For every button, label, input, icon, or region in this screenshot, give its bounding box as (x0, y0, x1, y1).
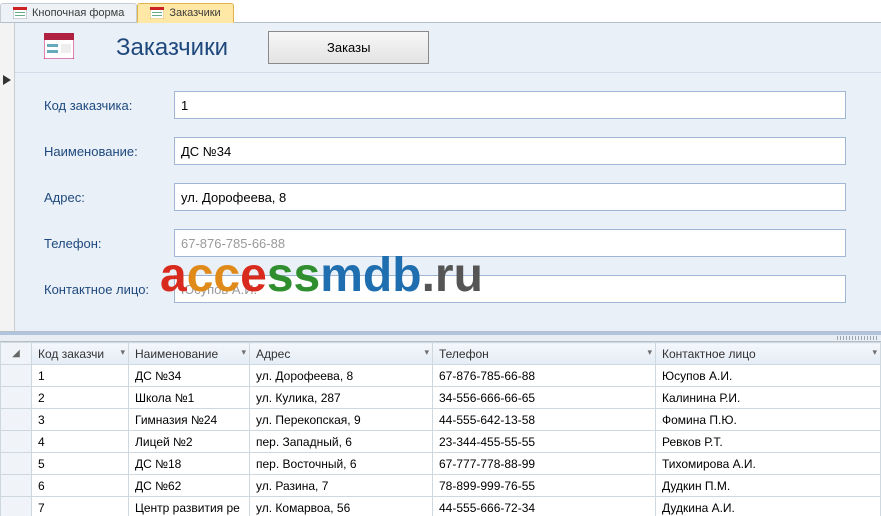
col-header-name[interactable]: Наименование▾ (129, 343, 250, 365)
cell-address[interactable]: ул. Разина, 7 (250, 475, 433, 497)
cell-code[interactable]: 7 (32, 497, 129, 516)
row-selector[interactable] (1, 475, 32, 497)
cell-name[interactable]: ДС №62 (129, 475, 250, 497)
cell-contact[interactable]: Тихомирова А.И. (656, 453, 881, 475)
cell-contact[interactable]: Фомина П.Ю. (656, 409, 881, 431)
row-selector[interactable] (1, 497, 32, 516)
input-phone[interactable] (174, 229, 846, 257)
label-address: Адрес: (44, 190, 174, 205)
row-selector[interactable] (1, 387, 32, 409)
cell-name[interactable]: ДС №18 (129, 453, 250, 475)
table-header-row: ◢ Код заказчи▾ Наименование▾ Адрес▾ Теле… (1, 343, 881, 365)
cell-address[interactable]: ул. Кулика, 287 (250, 387, 433, 409)
cell-name[interactable]: Школа №1 (129, 387, 250, 409)
data-table: ◢ Код заказчи▾ Наименование▾ Адрес▾ Теле… (0, 342, 881, 516)
cell-contact[interactable]: Юсупов А.И. (656, 365, 881, 387)
cell-code[interactable]: 6 (32, 475, 129, 497)
cell-phone[interactable]: 23-344-455-55-55 (433, 431, 656, 453)
table-row[interactable]: 6ДС №62ул. Разина, 778-899-999-76-55Дудк… (1, 475, 881, 497)
splitter-handle[interactable] (0, 335, 881, 342)
label-contact: Контактное лицо: (44, 282, 174, 297)
cell-phone[interactable]: 34-556-666-66-65 (433, 387, 656, 409)
cell-name[interactable]: ДС №34 (129, 365, 250, 387)
col-header-contact[interactable]: Контактное лицо▾ (656, 343, 881, 365)
cell-phone[interactable]: 67-876-785-66-88 (433, 365, 656, 387)
label-name: Наименование: (44, 144, 174, 159)
input-contact[interactable] (174, 275, 846, 303)
form-icon (13, 7, 27, 19)
datasheet: ◢ Код заказчи▾ Наименование▾ Адрес▾ Теле… (0, 332, 881, 516)
form-icon (150, 7, 164, 19)
cell-phone[interactable]: 44-555-666-72-34 (433, 497, 656, 516)
row-selector[interactable] (1, 453, 32, 475)
cell-address[interactable]: ул. Комарвоа, 56 (250, 497, 433, 516)
cell-address[interactable]: пер. Восточный, 6 (250, 453, 433, 475)
cell-name[interactable]: Лицей №2 (129, 431, 250, 453)
table-row[interactable]: 7Центр развития реул. Комарвоа, 5644-555… (1, 497, 881, 516)
form-area: Заказчики Заказы Код заказчика: Наименов… (0, 23, 881, 332)
cell-code[interactable]: 5 (32, 453, 129, 475)
col-header-address[interactable]: Адрес▾ (250, 343, 433, 365)
cell-contact[interactable]: Дудкин П.М. (656, 475, 881, 497)
cell-name[interactable]: Центр развития ре (129, 497, 250, 516)
form-header: Заказчики Заказы (14, 23, 881, 73)
row-selector[interactable] (1, 409, 32, 431)
cell-code[interactable]: 1 (32, 365, 129, 387)
cell-address[interactable]: ул. Перекопская, 9 (250, 409, 433, 431)
cell-code[interactable]: 4 (32, 431, 129, 453)
cell-contact[interactable]: Ревков Р.Т. (656, 431, 881, 453)
cell-name[interactable]: Гимназия №24 (129, 409, 250, 431)
input-code[interactable] (174, 91, 846, 119)
chevron-down-icon[interactable]: ▾ (872, 347, 877, 358)
chevron-down-icon[interactable]: ▾ (120, 347, 125, 358)
tab-button-form[interactable]: Кнопочная форма (0, 3, 137, 23)
label-code: Код заказчика: (44, 98, 174, 113)
cell-contact[interactable]: Калинина Р.И. (656, 387, 881, 409)
chevron-down-icon[interactable]: ▾ (424, 347, 429, 358)
row-selector[interactable] (1, 365, 32, 387)
table-row[interactable]: 1ДС №34ул. Дорофеева, 867-876-785-66-88Ю… (1, 365, 881, 387)
cell-code[interactable]: 2 (32, 387, 129, 409)
cell-code[interactable]: 3 (32, 409, 129, 431)
table-row[interactable]: 4Лицей №2пер. Западный, 623-344-455-55-5… (1, 431, 881, 453)
input-address[interactable] (174, 183, 846, 211)
tab-label: Кнопочная форма (32, 7, 124, 19)
col-header-phone[interactable]: Телефон▾ (433, 343, 656, 365)
table-row[interactable]: 3Гимназия №24ул. Перекопская, 944-555-64… (1, 409, 881, 431)
cell-phone[interactable]: 44-555-642-13-58 (433, 409, 656, 431)
select-all-cell[interactable]: ◢ (1, 343, 32, 365)
cell-phone[interactable]: 78-899-999-76-55 (433, 475, 656, 497)
col-header-code[interactable]: Код заказчи▾ (32, 343, 129, 365)
tab-strip: Кнопочная форма Заказчики (0, 0, 881, 23)
form-title: Заказчики (114, 34, 228, 62)
row-selector[interactable] (1, 431, 32, 453)
cell-phone[interactable]: 67-777-778-88-99 (433, 453, 656, 475)
table-row[interactable]: 2Школа №1ул. Кулика, 28734-556-666-66-65… (1, 387, 881, 409)
chevron-down-icon[interactable]: ▾ (647, 347, 652, 358)
table-row[interactable]: 5ДС №18пер. Восточный, 667-777-778-88-99… (1, 453, 881, 475)
label-phone: Телефон: (44, 236, 174, 251)
orders-button[interactable]: Заказы (268, 31, 429, 64)
cell-address[interactable]: пер. Западный, 6 (250, 431, 433, 453)
chevron-down-icon[interactable]: ▾ (241, 347, 246, 358)
form-logo-icon (44, 33, 74, 62)
form-body: Код заказчика: Наименование: Адрес: Теле… (14, 73, 881, 331)
tab-customers[interactable]: Заказчики (137, 3, 233, 23)
input-name[interactable] (174, 137, 846, 165)
cell-address[interactable]: ул. Дорофеева, 8 (250, 365, 433, 387)
tab-label: Заказчики (169, 7, 220, 19)
cell-contact[interactable]: Дудкина А.И. (656, 497, 881, 516)
record-selector[interactable] (0, 23, 15, 331)
